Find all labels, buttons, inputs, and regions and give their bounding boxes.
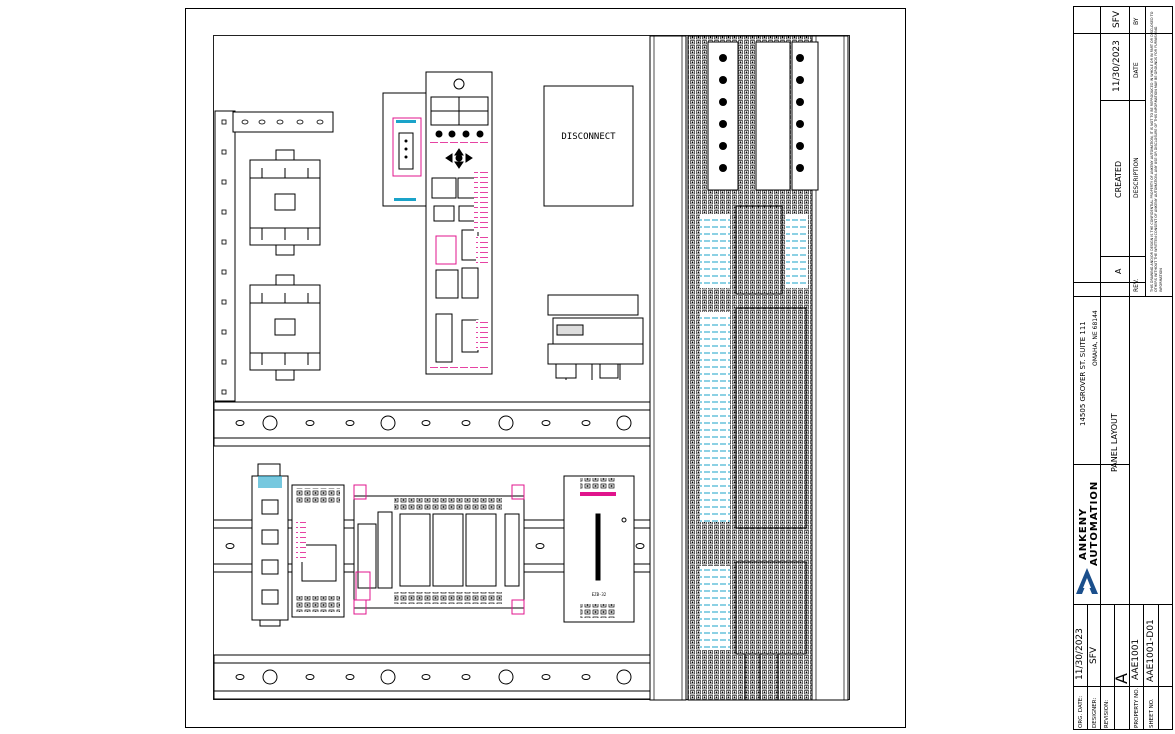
drawing-title: PANEL LAYOUT [1110,413,1119,472]
contactor-2 [249,274,321,381]
address-line-1: 14505 GROVER ST. SUITE 111 [1079,321,1087,426]
title-row-divider-6 [1073,464,1129,465]
plc-cpu [291,484,345,618]
title-col-divider-2 [1129,6,1130,730]
sheet-no-label: SHEET NO. [1149,698,1155,728]
plc-card-label: EZB-32 [591,592,607,597]
title-field-divider-d [1158,604,1159,730]
title-field-divider-b [1114,604,1115,730]
rev-row-rev: A [1114,268,1123,274]
contactor-1 [249,149,321,256]
rev-row-description: CREATED [1114,160,1123,198]
revision-label: REVISION: [1104,699,1110,728]
company-name-line-2: AUTOMATION [1089,480,1100,566]
designer-value: SFV [1089,646,1099,664]
company-logo-icon [1076,568,1098,594]
panel-layout-drawing [213,35,849,701]
org-date-label: ORG. DATE: [1078,695,1084,728]
top-din-rail-stub [232,111,334,133]
property-no-value: AAE1001 [1131,638,1141,680]
rev-row-by: SFV [1112,10,1122,28]
title-row-divider-3 [1100,256,1145,257]
title-field-divider-a [1087,604,1088,730]
company-name-line-1: ANKENY [1078,507,1089,560]
disconnect-label: DISCONNECT [561,132,616,142]
description-header: DESCRIPTION [1133,157,1140,198]
revision-value: A [1112,673,1131,684]
date-header: DATE [1133,62,1140,78]
sheet-no-value: AAE1001-D01 [1146,619,1156,682]
designer-label: DESIGNER: [1092,697,1098,728]
ethernet-switch [251,463,289,627]
plc-expansion-io [353,484,525,615]
title-field-divider-c [1143,604,1144,730]
title-row-divider-2 [1100,100,1145,101]
comm-module-bracket [382,92,427,207]
by-header: BY [1133,17,1140,25]
address-line-2: OMAHA, NE 68144 [1092,310,1099,366]
title-col-divider-1 [1100,6,1101,730]
rev-header: REV. [1133,278,1140,292]
confidential-notice: THIS DRAWING AND/OR DESIGN IS THE CONFID… [1150,11,1163,292]
property-no-label: PROPERTY NO. [1134,687,1140,728]
disconnect-box [543,85,634,207]
dc-power-supply [563,475,635,623]
vfd-drive [425,71,493,375]
power-supply-module [547,294,644,380]
wire-duct-left [649,35,687,701]
din-rail-bottom [213,654,651,700]
din-rail-middle [213,401,651,447]
rev-row-date: 11/30/2023 [1112,40,1122,92]
terminal-strip-area [687,35,819,701]
org-date-value: 11/30/2023 [1075,628,1085,680]
title-field-divider-e [1073,686,1173,687]
title-col-divider-3 [1145,6,1146,296]
vertical-din-rail-left [214,110,236,402]
title-row-divider-5 [1073,296,1173,297]
